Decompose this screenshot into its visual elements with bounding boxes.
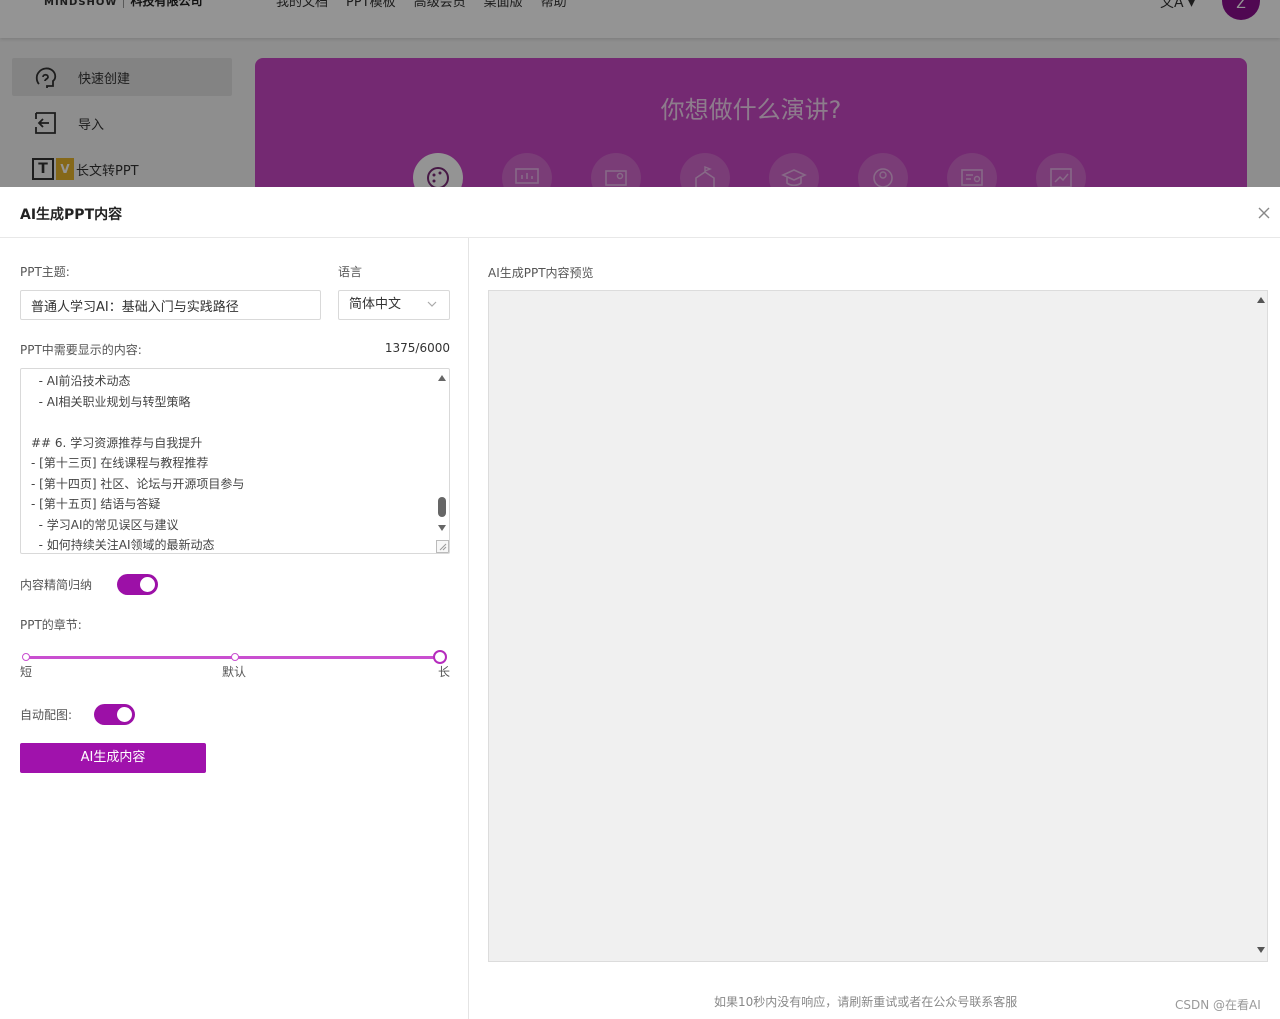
auto-image-toggle[interactable]: [94, 704, 135, 725]
background-app: MINDSHOW 科技有限公司 我的文档 PPT模板 高级会员 桌面版 帮助 文A…: [0, 0, 1280, 187]
slider-stop-default[interactable]: [231, 653, 239, 661]
topic-input[interactable]: [20, 290, 321, 320]
scroll-up-icon[interactable]: [1257, 297, 1265, 303]
summarize-toggle[interactable]: [117, 574, 158, 595]
scroll-down-icon[interactable]: [1257, 947, 1265, 953]
slider-label-default: 默认: [222, 665, 247, 679]
textarea-scrollbar[interactable]: [435, 369, 449, 553]
generate-button[interactable]: AI生成内容: [20, 743, 206, 773]
slider-handle[interactable]: [433, 650, 447, 664]
content-text: - AI前沿技术动态 - AI相关职业规划与转型策略 ## 6. 学习资源推荐与…: [31, 371, 431, 553]
modal-title: AI生成PPT内容: [20, 207, 123, 223]
modal-header: AI生成PPT内容: [0, 187, 1280, 238]
content-line: - [第十四页] 社区、论坛与开源项目参与: [31, 476, 245, 491]
topic-label: PPT主题:: [20, 265, 70, 279]
chevron-down-icon: [427, 301, 437, 307]
language-value: 简体中文: [349, 297, 402, 312]
content-line: [31, 412, 431, 433]
form-panel: PPT主题: 语言 简体中文 PPT中需要显示的内容: 1375/6000 - …: [0, 238, 469, 1019]
modal-backdrop[interactable]: [0, 0, 1280, 187]
content-line: - AI前沿技术动态: [31, 374, 131, 388]
language-select[interactable]: 简体中文: [338, 290, 450, 320]
chapters-label: PPT的章节:: [20, 618, 82, 632]
scroll-thumb[interactable]: [438, 497, 446, 517]
slider-label-short: 短: [20, 665, 33, 679]
slider-stop-short[interactable]: [22, 653, 30, 661]
toggle-knob: [117, 707, 132, 722]
content-line: - AI相关职业规划与转型策略: [31, 394, 191, 409]
content-line: ## 6. 学习资源推荐与自我提升: [31, 435, 203, 450]
char-counter: 1375/6000: [384, 341, 450, 355]
preview-area[interactable]: [488, 290, 1268, 962]
content-textarea[interactable]: - AI前沿技术动态 - AI相关职业规划与转型策略 ## 6. 学习资源推荐与…: [20, 368, 450, 554]
ai-generate-modal: AI生成PPT内容 PPT主题: 语言 简体中文 PPT中需要显示的内容: 13…: [0, 187, 1280, 1019]
summarize-label: 内容精简归纳: [20, 578, 93, 592]
content-line: - [第十三页] 在线课程与教程推荐: [31, 456, 209, 470]
preview-label: AI生成PPT内容预览: [488, 266, 594, 280]
slider-label-long: 长: [438, 665, 451, 679]
content-label: PPT中需要显示的内容:: [20, 343, 142, 357]
content-line: - 如何持续关注AI领域的最新动态: [31, 538, 215, 552]
resize-handle-icon[interactable]: [436, 540, 449, 553]
auto-image-label: 自动配图:: [20, 708, 73, 722]
close-icon[interactable]: [1254, 205, 1274, 225]
response-hint: 如果10秒内没有响应，请刷新重试或者在公众号联系客服: [714, 995, 1018, 1009]
preview-panel: AI生成PPT内容预览 如果10秒内没有响应，请刷新重试或者在公众号联系客服: [470, 238, 1280, 1019]
language-label: 语言: [338, 265, 363, 279]
scroll-down-icon[interactable]: [438, 525, 446, 531]
scroll-up-icon[interactable]: [438, 375, 446, 381]
toggle-knob: [140, 577, 155, 592]
content-line: - 学习AI的常见误区与建议: [31, 517, 179, 532]
content-line: - [第十五页] 结语与答疑: [31, 497, 161, 511]
watermark: CSDN @在看AI: [1175, 998, 1261, 1012]
